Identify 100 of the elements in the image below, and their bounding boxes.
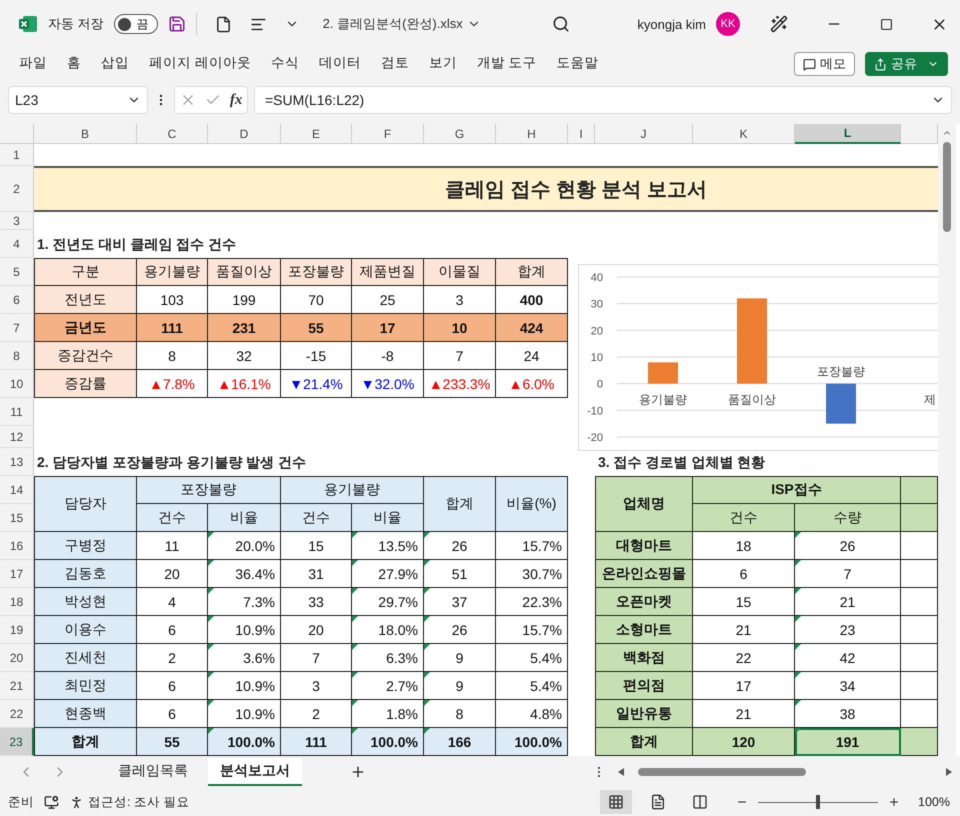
row-header[interactable]: 6 <box>0 286 34 314</box>
row-label-cell: 박성현 <box>34 588 137 616</box>
table-cell: 191 <box>795 728 901 756</box>
autosave-toggle[interactable]: 끔 <box>114 14 158 34</box>
row-header[interactable]: 19 <box>0 616 34 644</box>
table-header-cell: 업체명 <box>595 476 693 532</box>
search-icon[interactable] <box>552 15 570 33</box>
ribbon-tab[interactable]: 개발 도구 <box>468 49 546 79</box>
ribbon-tab[interactable]: 수식 <box>262 49 308 79</box>
row-header[interactable]: 5 <box>0 258 34 286</box>
table-header-cell: 건수 <box>693 504 795 532</box>
save-icon[interactable] <box>168 15 186 33</box>
row-header[interactable]: 21 <box>0 672 34 700</box>
sheet-tab[interactable]: 분석보고서 <box>208 758 302 786</box>
row-header[interactable]: 1 <box>0 144 34 166</box>
share-button[interactable]: 공유 <box>865 52 948 76</box>
scrollbar-thumb[interactable] <box>943 142 951 232</box>
row-header[interactable]: 14 <box>0 476 34 504</box>
table-cell: 24 <box>496 342 568 370</box>
user-avatar[interactable]: KK <box>716 12 740 36</box>
table-cell: 7 <box>795 560 901 588</box>
row-header[interactable]: 16 <box>0 532 34 560</box>
column-header[interactable]: C <box>137 124 208 144</box>
table-cell: 8 <box>137 342 208 370</box>
document-icon[interactable] <box>214 16 232 32</box>
column-header[interactable]: I <box>568 124 595 144</box>
column-header[interactable]: B <box>34 124 137 144</box>
horizontal-scrollbar[interactable] <box>616 765 952 779</box>
insert-function-button[interactable]: fx <box>230 92 242 108</box>
row-label-cell: 구병정 <box>34 532 137 560</box>
row-header[interactable]: 8 <box>0 342 34 370</box>
comment-icon <box>803 58 816 70</box>
zoom-in-icon[interactable] <box>888 796 900 808</box>
row-header[interactable]: 3 <box>0 212 34 230</box>
section-heading: 3. 접수 경로별 업체별 현황 <box>597 453 766 472</box>
table-header-cell: 포장불량 <box>137 476 281 504</box>
table-cell: 4 <box>137 588 208 616</box>
formula-field[interactable]: =SUM(L16:L22) <box>254 86 952 114</box>
table-header-cell: 비율 <box>352 504 424 532</box>
table-header-cell: 이물질 <box>424 258 496 286</box>
ribbon-tab[interactable]: 도움말 <box>548 49 608 79</box>
row-header[interactable]: 12 <box>0 426 34 448</box>
accessibility-icon[interactable] <box>69 794 84 810</box>
table-cell: 103 <box>137 286 208 314</box>
comments-button[interactable]: 메모 <box>794 52 855 76</box>
row-header[interactable]: 22 <box>0 700 34 728</box>
table-cell: 70 <box>281 286 352 314</box>
row-header[interactable]: 10 <box>0 370 34 398</box>
zoom-slider-thumb[interactable] <box>816 795 820 809</box>
ribbon-tab[interactable]: 데이터 <box>310 49 370 79</box>
table-cell: 8 <box>424 700 496 728</box>
sheet-tab[interactable]: 클레임목록 <box>106 758 200 786</box>
column-header[interactable]: E <box>281 124 352 144</box>
table-cell <box>901 560 938 588</box>
category-label: 포장불량 <box>817 364 865 379</box>
row-header[interactable]: 20 <box>0 644 34 672</box>
monitor-gear-icon[interactable] <box>44 794 59 810</box>
row-header[interactable]: 4 <box>0 230 34 258</box>
ribbon-tab[interactable]: 삽입 <box>92 49 138 79</box>
column-header[interactable]: H <box>496 124 568 144</box>
row-header[interactable]: 11 <box>0 398 34 426</box>
table-cell: 17 <box>352 314 424 342</box>
column-header[interactable]: G <box>424 124 496 144</box>
row-header[interactable]: 18 <box>0 588 34 616</box>
table-cell: 26 <box>424 616 496 644</box>
column-header[interactable]: J <box>595 124 693 144</box>
column-header[interactable]: K <box>693 124 795 144</box>
table-cell: 25 <box>352 286 424 314</box>
column-header[interactable]: F <box>352 124 424 144</box>
row-header[interactable]: 2 <box>0 166 34 212</box>
accessibility-status[interactable]: 접근성: 조사 필요 <box>88 794 190 810</box>
row-label-cell: 합계 <box>34 728 137 756</box>
table-cell: 7 <box>424 342 496 370</box>
ribbon-tab[interactable]: 홈 <box>58 49 90 79</box>
row-header[interactable]: 13 <box>0 448 34 476</box>
name-box[interactable]: L23 <box>8 86 148 114</box>
row-label-cell: 대형마트 <box>595 532 693 560</box>
maximize-icon[interactable] <box>880 18 894 30</box>
row-header[interactable]: 15 <box>0 504 34 532</box>
table-cell: 6 <box>137 616 208 644</box>
view-button[interactable] <box>600 790 632 814</box>
table-cell: 2 <box>281 700 352 728</box>
ribbon-tab[interactable]: 검토 <box>372 49 418 79</box>
table-cell: 9 <box>424 672 496 700</box>
ribbon-tab[interactable]: 보기 <box>420 49 466 79</box>
table-cell: 11 <box>137 532 208 560</box>
wand-icon[interactable] <box>770 15 788 33</box>
zoom-level: 100% <box>918 795 950 809</box>
table-cell: 10.9% <box>208 700 281 728</box>
row-header[interactable]: 17 <box>0 560 34 588</box>
row-header[interactable]: 7 <box>0 314 34 342</box>
ribbon-tab[interactable]: 페이지 레이아웃 <box>140 49 260 79</box>
file-name-button[interactable]: 2. 클레임분석(완성).xlsx <box>318 11 485 37</box>
row-header[interactable]: 23 <box>0 728 34 756</box>
ribbon-tab[interactable]: 파일 <box>10 49 56 79</box>
column-header[interactable]: D <box>208 124 281 144</box>
column-header[interactable]: L <box>795 124 901 144</box>
add-sheet-icon[interactable] <box>350 764 366 780</box>
chart-panel[interactable]: -20 -10 0 10 20 30 40 용기불량 품질이상 포장불량 제 <box>578 264 938 451</box>
table-cell: 15.7% <box>496 616 568 644</box>
